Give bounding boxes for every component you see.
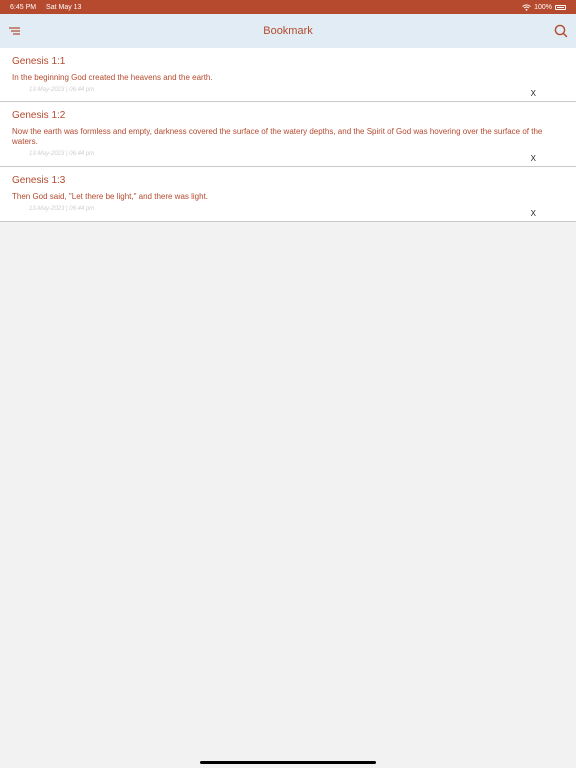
nav-bar: Bookmark: [0, 14, 576, 48]
bookmark-item[interactable]: Genesis 1:1 In the beginning God created…: [0, 48, 576, 102]
menu-icon[interactable]: [9, 26, 21, 36]
status-bar: 6:45 PM Sat May 13 100%: [0, 0, 576, 14]
battery-percent: 100%: [534, 3, 552, 11]
search-icon[interactable]: [554, 24, 568, 38]
bookmark-reference: Genesis 1:2: [12, 110, 66, 121]
delete-bookmark-button[interactable]: X: [531, 210, 536, 218]
delete-bookmark-button[interactable]: X: [531, 155, 536, 163]
page-title: Bookmark: [263, 25, 313, 37]
bookmark-reference: Genesis 1:1: [12, 56, 66, 67]
bookmark-text: Then God said, "Let there be light," and…: [12, 192, 209, 201]
status-time: 6:45 PM: [10, 3, 37, 11]
bookmark-text: In the beginning God created the heavens…: [12, 73, 213, 82]
bookmark-list: Genesis 1:1 In the beginning God created…: [0, 48, 576, 222]
home-indicator: [200, 761, 376, 764]
wifi-icon: [522, 3, 531, 11]
status-date: Sat May 13: [46, 3, 82, 11]
bookmark-timestamp: 13-May-2023 | 06:44 pm: [29, 151, 95, 157]
delete-bookmark-button[interactable]: X: [531, 90, 536, 98]
battery-icon: [555, 4, 566, 10]
bookmark-item[interactable]: Genesis 1:2 Now the earth was formless a…: [0, 102, 576, 167]
bookmark-timestamp: 13-May-2023 | 06:44 pm: [29, 206, 95, 212]
bookmark-reference: Genesis 1:3: [12, 175, 66, 186]
status-left: 6:45 PM Sat May 13: [10, 4, 89, 11]
bookmark-timestamp: 13-May-2023 | 06:44 pm: [29, 87, 95, 93]
bookmark-item[interactable]: Genesis 1:3 Then God said, "Let there be…: [0, 167, 576, 222]
bookmark-text: Now the earth was formless and empty, da…: [12, 127, 543, 146]
status-right: 100%: [522, 4, 566, 11]
